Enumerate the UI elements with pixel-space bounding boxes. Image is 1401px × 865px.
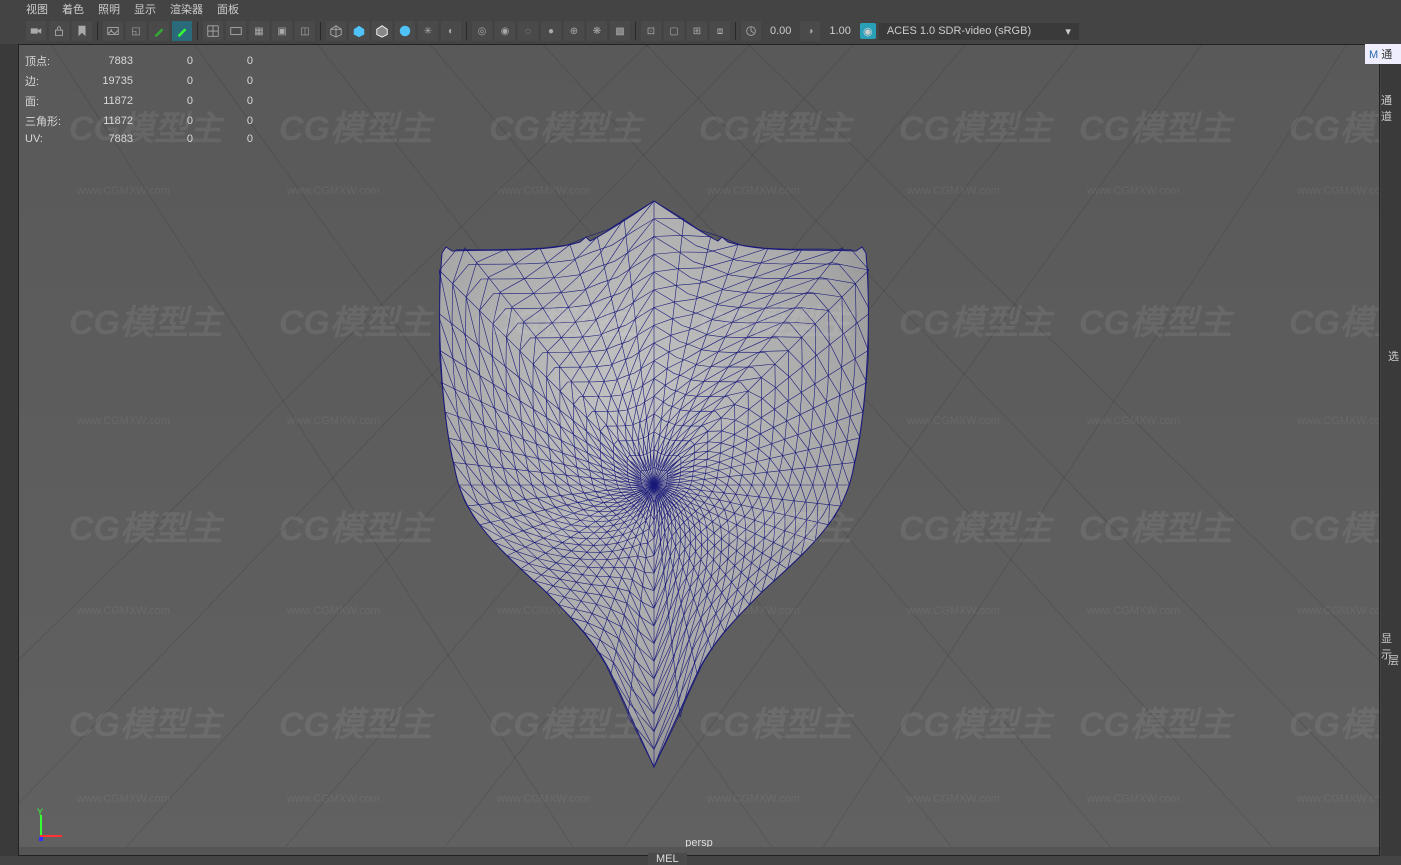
hud-stats: 顶点: 7883 0 0 边: 19735 0 0 面: 11872 0 0 [25,51,265,147]
right-label-channel[interactable]: 通道 [1381,92,1399,124]
wireframe-icon[interactable] [326,21,346,41]
ao-icon[interactable]: ● [541,21,561,41]
multisample-icon[interactable]: ❋ [587,21,607,41]
film-gate-icon[interactable] [226,21,246,41]
viewport-toolbar: ◱ ▦ ▣ ◫ ✳ ◐ ◎ ◉ ◌ ● ⊕ ❋ ▩ ⊡ ▢ ⊞ ⧈ 0.00 ◑… [0,18,1401,44]
grease-pencil-icon[interactable] [149,21,169,41]
bookmark-icon[interactable] [72,21,92,41]
xray-icon[interactable]: ◉ [495,21,515,41]
display-icon[interactable]: ⊞ [687,21,707,41]
polygons-icon[interactable]: ▢ [664,21,684,41]
gate-mask-icon[interactable]: ▦ [249,21,269,41]
image-plane-icon[interactable] [103,21,123,41]
use-all-lights-icon[interactable]: ✳ [418,21,438,41]
resolution-gate-icon[interactable]: ▣ [272,21,292,41]
colorspace-dropdown[interactable]: ACES 1.0 SDR-video (sRGB) ▾ [879,23,1079,40]
dof-icon[interactable]: ▩ [610,21,630,41]
menu-display[interactable]: 显示 [134,1,156,17]
colorspace-label: ACES 1.0 SDR-video (sRGB) [887,25,1031,37]
shaded-icon[interactable] [349,21,369,41]
channel-box-tab[interactable]: M 通 [1365,44,1401,64]
grease-pencil-active-icon[interactable] [172,21,192,41]
hud-row-faces: 面: 11872 0 0 [25,91,265,111]
grid-icon[interactable] [203,21,223,41]
viewport-scrollbar[interactable] [19,847,1379,855]
isolate-icon[interactable]: ◎ [472,21,492,41]
mel-label[interactable]: MEL [648,853,687,865]
2d-pan-icon[interactable]: ◱ [126,21,146,41]
right-label-layer[interactable]: 层 [1388,652,1399,668]
hud-row-edges: 边: 19735 0 0 [25,71,265,91]
shadows-icon[interactable]: ◐ [441,21,461,41]
menu-panels[interactable]: 面板 [217,1,239,17]
lock-camera-icon[interactable] [49,21,69,41]
wireframe-model [439,195,869,775]
transform-display-icon[interactable]: ⊡ [641,21,661,41]
right-panel: M 通 通道 选 显示 层 [1381,44,1401,856]
menu-renderer[interactable]: 渲染器 [170,1,203,17]
shaded-wire-icon[interactable] [372,21,392,41]
viewport[interactable]: 顶点: 7883 0 0 边: 19735 0 0 面: 11872 0 0 [18,44,1380,856]
right-label-select[interactable]: 选 [1388,348,1399,364]
gamma-value[interactable]: 1.00 [823,25,856,37]
chevron-down-icon: ▾ [1065,25,1071,38]
axis-gizmo: Y [31,807,67,843]
left-toolbar [0,44,18,856]
exposure-value[interactable]: 0.00 [764,25,797,37]
textured-icon[interactable] [395,21,415,41]
exposure-icon[interactable] [741,21,761,41]
hud-row-uv: UV: 7883 0 0 [25,131,265,147]
menu-lighting[interactable]: 照明 [98,1,120,17]
menu-shading[interactable]: 着色 [62,1,84,17]
hud-row-verts: 顶点: 7883 0 0 [25,51,265,71]
colorspace-icon: ◉ [860,23,876,39]
motion-blur-icon[interactable]: ⊕ [564,21,584,41]
hud-row-tris: 三角形: 11872 0 0 [25,111,265,131]
safe-action-icon[interactable]: ◫ [295,21,315,41]
select-camera-icon[interactable] [26,21,46,41]
xray-joints-icon[interactable]: ◌ [518,21,538,41]
gamma-icon[interactable]: ◑ [800,21,820,41]
display2-icon[interactable]: ⧈ [710,21,730,41]
menu-view[interactable]: 视图 [26,1,48,17]
menu-bar: 视图 着色 照明 显示 渲染器 面板 [0,0,1401,18]
